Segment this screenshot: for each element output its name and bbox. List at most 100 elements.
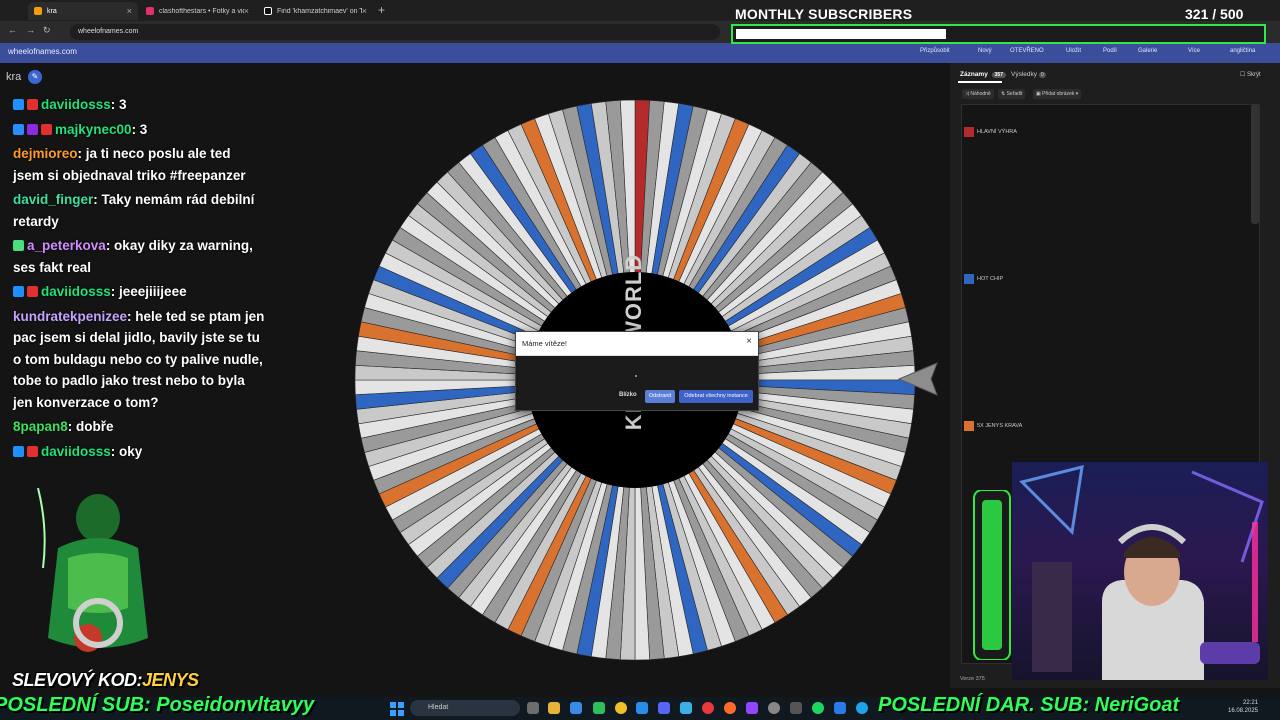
- firefox-icon[interactable]: [724, 702, 736, 714]
- chat-username[interactable]: daviidosss: [41, 284, 111, 299]
- chat-badge-icon: [13, 123, 24, 135]
- webcam-feed: [1012, 462, 1268, 680]
- promo-code-value: JENYS: [142, 670, 199, 690]
- forward-icon[interactable]: →: [26, 25, 35, 35]
- windows-start-icon[interactable]: [390, 702, 404, 716]
- hide-label: Skrýt: [1247, 72, 1261, 78]
- app-icon[interactable]: [790, 702, 802, 714]
- chat-username[interactable]: kundratekpenizee: [13, 309, 127, 324]
- chat-username[interactable]: daviidosss: [41, 444, 111, 459]
- back-icon[interactable]: ←: [8, 25, 17, 35]
- chat-message: 8papan8: dobře: [13, 416, 265, 438]
- chat-text: : dobře: [67, 419, 114, 434]
- edit-icon[interactable]: ✎: [28, 70, 42, 84]
- spotify-icon[interactable]: [812, 702, 824, 714]
- sort-button[interactable]: ⇅ Seřadit: [998, 89, 1026, 99]
- opera-icon[interactable]: [702, 702, 714, 714]
- wheel-name[interactable]: kra: [6, 71, 21, 83]
- menu-save[interactable]: Uložit: [1066, 48, 1081, 54]
- entry-color-swatch: [964, 421, 974, 431]
- tab-results[interactable]: Výsledky 0: [1011, 71, 1046, 78]
- chat-username[interactable]: dejmioreo: [13, 146, 78, 161]
- dialog-header: Máme vítěze! ×: [516, 332, 758, 356]
- webcam-image: [1019, 464, 1264, 680]
- chat-badge-icon: [41, 123, 52, 135]
- winner-text: [635, 375, 637, 377]
- obs-icon[interactable]: [768, 702, 780, 714]
- remove-button[interactable]: Odstranit: [645, 390, 675, 403]
- close-button[interactable]: Blízko: [619, 392, 637, 398]
- twitch-icon[interactable]: [746, 702, 758, 714]
- menu-more[interactable]: Více: [1188, 48, 1200, 54]
- browser-tab[interactable]: clashofthestars • Fotky a videa ×: [140, 2, 255, 20]
- chat-username[interactable]: a_peterkova: [27, 238, 106, 253]
- chat-text: : 3: [131, 121, 148, 137]
- chat-badge-icon: [13, 99, 24, 110]
- close-icon[interactable]: ×: [362, 6, 367, 16]
- site-title[interactable]: wheelofnames.com: [8, 47, 77, 56]
- task-view-icon[interactable]: [527, 702, 539, 714]
- chat-badge-icon: [27, 445, 38, 457]
- subscribers-progress-bar: [731, 24, 1266, 44]
- sort-label: Seřadit: [1006, 91, 1023, 97]
- chat-badge-icon: [13, 445, 24, 457]
- tab-entries[interactable]: Záznamy 357: [960, 71, 1006, 78]
- chat-username[interactable]: david_finger: [13, 192, 93, 207]
- chat-username[interactable]: majkynec00: [55, 122, 132, 137]
- chat-text: : oky: [110, 443, 143, 459]
- entry-item[interactable]: 5X JENYS KRAVA: [964, 421, 1022, 431]
- file-explorer-icon[interactable]: [548, 702, 560, 714]
- chrome-icon[interactable]: [615, 702, 627, 714]
- system-clock[interactable]: 22:21 16.08.2025: [1228, 699, 1258, 715]
- tab-results-label: Výsledky: [1011, 71, 1038, 78]
- new-tab-icon[interactable]: +: [378, 3, 385, 17]
- chat-badge-icon: [27, 286, 38, 297]
- clock-date: 16.08.2025: [1228, 708, 1259, 714]
- tab-favicon-icon: [34, 7, 42, 15]
- app-icon[interactable]: [680, 702, 692, 714]
- clock-time: 22:21: [1243, 700, 1259, 706]
- steam-icon[interactable]: [636, 702, 648, 714]
- url-input[interactable]: wheelofnames.com: [70, 24, 720, 40]
- booster-logo: [37, 488, 148, 652]
- menu-language[interactable]: angličtina: [1230, 48, 1255, 54]
- entry-label: HOT CHIP: [977, 276, 1004, 282]
- remove-all-button[interactable]: Odebrat všechny instance: [679, 390, 753, 403]
- chat-message: kundratekpenizee: hele ted se ptam jen p…: [13, 306, 265, 414]
- shuffle-label: Náhodně: [970, 91, 991, 97]
- entries-count-badge: 357: [991, 72, 1006, 78]
- tab-entries-label: Záznamy: [960, 71, 988, 78]
- add-image-button[interactable]: ▣ Přidat obrázek ▾: [1033, 89, 1082, 99]
- chat-text: : jeeejiiijeee: [110, 284, 187, 299]
- menu-customize[interactable]: Přizpůsobit: [920, 48, 950, 54]
- close-icon[interactable]: ×: [746, 336, 752, 347]
- chat-username[interactable]: daviidosss: [41, 97, 111, 112]
- chat-message: a_peterkova: okay diky za warning, ses f…: [13, 235, 265, 278]
- promo-code: SLEVOVÝ KOD:JENYS: [12, 670, 199, 691]
- menu-new[interactable]: Nový: [978, 48, 992, 54]
- menu-open[interactable]: OTEVŘENO: [1010, 48, 1044, 54]
- xbox-icon[interactable]: [593, 702, 605, 714]
- discord-icon[interactable]: [658, 702, 670, 714]
- edge-icon[interactable]: [856, 702, 868, 714]
- chat-message: majkynec00: 3: [13, 119, 265, 141]
- shuffle-button[interactable]: ⤨ Náhodně: [962, 89, 994, 99]
- browser-tab-active[interactable]: kra ×: [28, 2, 138, 20]
- taskbar-search[interactable]: Hledat: [410, 700, 520, 716]
- reload-icon[interactable]: ↻: [43, 25, 51, 36]
- menu-share[interactable]: Podíl: [1103, 48, 1117, 54]
- store-icon[interactable]: [570, 702, 582, 714]
- sort-icon: ⇅: [1001, 91, 1006, 97]
- messenger-icon[interactable]: [834, 702, 846, 714]
- menu-gallery[interactable]: Galerie: [1138, 48, 1157, 54]
- chat-username[interactable]: 8papan8: [13, 419, 68, 434]
- hide-panel-button[interactable]: ☐ Skrýt: [1240, 71, 1261, 78]
- close-icon[interactable]: ×: [244, 6, 249, 16]
- entries-scrollbar[interactable]: [1251, 104, 1259, 224]
- entry-item[interactable]: HLAVNÍ VÝHRA: [964, 127, 1017, 137]
- entry-item[interactable]: HOT CHIP: [964, 274, 1003, 284]
- close-icon[interactable]: ×: [127, 6, 132, 16]
- browser-tab[interactable]: Find 'khamzatchimaev' on TikT... ×: [258, 2, 373, 20]
- version-label: Verze 375: [960, 676, 985, 682]
- add-image-label: Přidat obrázek: [1042, 91, 1075, 97]
